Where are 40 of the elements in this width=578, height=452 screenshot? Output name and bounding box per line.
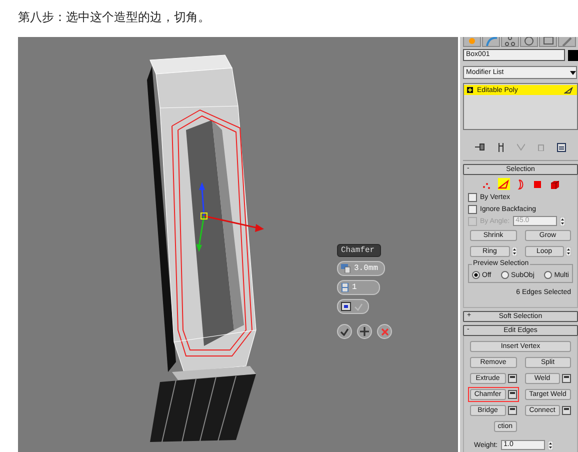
expand-icon: [467, 87, 473, 93]
settings-icon[interactable]: [508, 390, 516, 399]
tuning-fork-icon[interactable]: [498, 142, 504, 152]
configure-icon[interactable]: [556, 142, 566, 152]
settings-icon[interactable]: [562, 406, 571, 415]
checkbox[interactable]: [468, 204, 477, 214]
element-cube-icon[interactable]: [548, 178, 560, 190]
clock-icon[interactable]: [520, 37, 538, 47]
open-chamfer-toggle[interactable]: [337, 299, 369, 314]
open-chamfer-icon: [341, 302, 351, 311]
check-icon[interactable]: [516, 143, 525, 151]
edge-triangle-icon[interactable]: [498, 178, 510, 190]
spinner-icon[interactable]: [548, 440, 553, 450]
radio-button[interactable]: [544, 271, 552, 279]
close-icon: [380, 328, 388, 336]
object-color-swatch[interactable]: [568, 50, 578, 60]
chamfer-caddy-title: Chamfer: [337, 244, 381, 257]
spinner-icon[interactable]: [566, 247, 571, 256]
settings-icon[interactable]: [508, 374, 516, 383]
checkbox[interactable]: [468, 192, 477, 202]
radio-button[interactable]: [472, 271, 480, 279]
monitor-icon[interactable]: [539, 37, 557, 47]
caret-icon: [570, 70, 576, 74]
step-caption: 第八步：选中这个造型的边，切角。: [17, 9, 211, 26]
edge-triangle-icon: [564, 86, 573, 94]
radio-button[interactable]: [501, 271, 510, 279]
hierarchy-icon[interactable]: [501, 37, 519, 47]
polygon-square-icon[interactable]: [532, 178, 544, 190]
plus-icon: [360, 327, 369, 336]
apply-button[interactable]: [357, 324, 372, 339]
settings-icon[interactable]: [508, 406, 516, 415]
spinner-icon[interactable]: [560, 216, 565, 226]
spinner-icon[interactable]: [512, 247, 516, 256]
ok-button[interactable]: [337, 324, 352, 339]
transform-gizmo-drawing[interactable]: [196, 182, 264, 252]
pin-icon[interactable]: [475, 143, 486, 151]
segments-icon: [341, 283, 349, 292]
settings-icon[interactable]: [562, 374, 571, 383]
amount-icon: [341, 264, 351, 273]
check-icon: [340, 328, 349, 336]
